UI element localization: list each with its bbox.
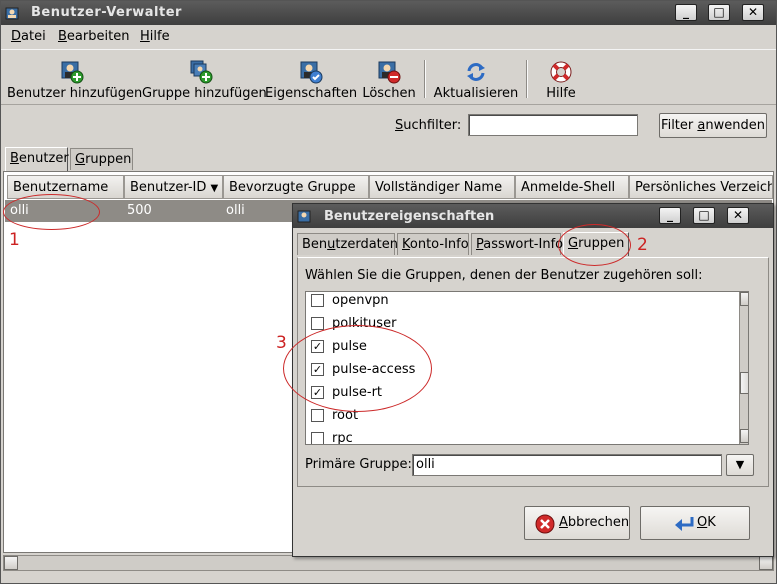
annotation-number-1: 1 <box>9 230 20 250</box>
chevron-down-icon[interactable]: ▼ <box>726 454 754 476</box>
toolbar: Benutzer hinzufügen Gruppe hinzufügen Ei… <box>1 49 776 105</box>
dialog-app-icon <box>297 210 311 223</box>
scroll-down-icon[interactable] <box>740 429 748 443</box>
group-name: openvpn <box>332 293 389 308</box>
menu-datei[interactable]: Datei <box>11 29 46 44</box>
checkbox[interactable] <box>311 432 324 444</box>
refresh-label: Aktualisieren <box>433 86 519 101</box>
primary-group-label: Primäre Gruppe: <box>305 457 412 472</box>
ok-button[interactable]: OK <box>640 506 750 540</box>
primary-group-combo[interactable]: olli ▼ <box>412 454 754 476</box>
properties-label: Eigenschaften <box>265 86 358 101</box>
cell-group: olli <box>226 203 245 218</box>
cancel-label: Abbrechen <box>559 515 630 530</box>
dialog-close-button[interactable]: ✕ <box>727 207 749 224</box>
delete-icon <box>378 61 401 84</box>
column-header-uid[interactable]: Benutzer-ID ▼ <box>124 175 223 199</box>
ok-label: OK <box>697 515 716 530</box>
add-group-icon <box>190 60 213 84</box>
primary-group-input[interactable]: olli <box>412 454 722 476</box>
dialog-title-bar[interactable]: Benutzereigenschaften _ □ ✕ <box>293 204 773 228</box>
cancel-button[interactable]: Abbrechen <box>524 506 630 540</box>
title-bar[interactable]: Benutzer-Verwalter _ □ ✕ <box>1 1 776 25</box>
list-item[interactable]: rpc <box>306 428 726 445</box>
add-user-label: Benutzer hinzufügen <box>7 86 143 101</box>
help-label: Hilfe <box>546 86 576 101</box>
checkbox[interactable] <box>311 317 324 330</box>
annotation-ellipse-2 <box>558 224 631 266</box>
checkbox[interactable] <box>311 409 324 422</box>
properties-icon <box>300 61 323 84</box>
add-group-button[interactable]: Gruppe hinzufügen <box>142 54 267 102</box>
group-name: rpc <box>332 431 353 445</box>
column-header-preferred-group[interactable]: Bevorzugte Gruppe <box>223 175 369 199</box>
column-header-full-name[interactable]: Vollständiger Name <box>369 175 515 199</box>
dialog-title: Benutzereigenschaften <box>324 209 495 224</box>
toolbar-separator <box>526 60 528 98</box>
annotation-ellipse-1 <box>3 194 100 230</box>
tab-user-data[interactable]: Benutzerdaten <box>297 233 398 255</box>
menu-bar: Datei Bearbeiten Hilfe <box>1 26 776 48</box>
tab-groups[interactable]: Gruppen <box>70 148 133 170</box>
refresh-icon <box>467 63 485 81</box>
add-group-label: Gruppe hinzufügen <box>142 86 267 101</box>
close-button[interactable]: ✕ <box>742 4 764 21</box>
maximize-button[interactable]: □ <box>708 4 730 21</box>
enter-arrow-icon <box>675 517 694 531</box>
add-user-icon <box>61 61 84 84</box>
help-button[interactable]: Hilfe <box>537 54 585 102</box>
scroll-right-icon[interactable] <box>759 556 773 570</box>
refresh-button[interactable]: Aktualisieren <box>433 54 519 102</box>
annotation-number-2: 2 <box>637 235 648 255</box>
apply-filter-button[interactable]: Filter anwenden <box>659 113 767 138</box>
column-header-login-shell[interactable]: Anmelde-Shell <box>515 175 629 199</box>
cell-uid: 500 <box>127 203 152 218</box>
dialog-maximize-button[interactable]: □ <box>693 207 715 224</box>
search-filter-label: Suchfilter: <box>395 118 462 133</box>
add-user-button[interactable]: Benutzer hinzufügen <box>7 54 143 102</box>
app-icon <box>5 7 19 20</box>
scroll-left-icon[interactable] <box>4 556 18 570</box>
horizontal-scrollbar[interactable] <box>3 555 774 571</box>
scroll-thumb[interactable] <box>740 372 748 394</box>
groups-vertical-scrollbar[interactable] <box>739 292 748 444</box>
delete-button[interactable]: Löschen <box>361 54 417 102</box>
tab-account-info[interactable]: Konto-Info <box>397 233 469 255</box>
scroll-up-icon[interactable] <box>740 292 748 306</box>
column-header-home-directory[interactable]: Persönliches Verzeichnis <box>629 175 773 199</box>
checkbox[interactable] <box>311 294 324 307</box>
tab-users[interactable]: Benutzer <box>5 147 69 171</box>
search-filter-input[interactable] <box>468 114 638 136</box>
main-window: Benutzer-Verwalter _ □ ✕ Datei Bearbeite… <box>0 0 777 584</box>
filter-row: Suchfilter: Filter anwenden <box>1 111 776 141</box>
toolbar-separator <box>424 60 426 98</box>
sort-desc-icon: ▼ <box>210 183 219 194</box>
minimize-button[interactable]: _ <box>675 4 697 21</box>
window-title: Benutzer-Verwalter <box>31 5 182 20</box>
user-properties-dialog: Benutzereigenschaften _ □ ✕ Benutzerdate… <box>283 203 774 557</box>
lifebuoy-icon <box>550 61 572 83</box>
dialog-minimize-button[interactable]: _ <box>659 207 681 224</box>
cancel-icon <box>535 514 555 534</box>
menu-hilfe[interactable]: Hilfe <box>140 29 170 44</box>
list-item[interactable]: openvpn <box>306 292 726 313</box>
annotation-ellipse-3 <box>283 325 432 412</box>
tab-password-info[interactable]: Passwort-Info <box>471 233 563 255</box>
menu-bearbeiten[interactable]: Bearbeiten <box>58 29 129 44</box>
delete-label: Löschen <box>362 86 416 101</box>
properties-button[interactable]: Eigenschaften <box>265 54 357 102</box>
annotation-number-3: 3 <box>276 333 287 353</box>
groups-instruction: Wählen Sie die Gruppen, denen der Benutz… <box>305 268 703 283</box>
